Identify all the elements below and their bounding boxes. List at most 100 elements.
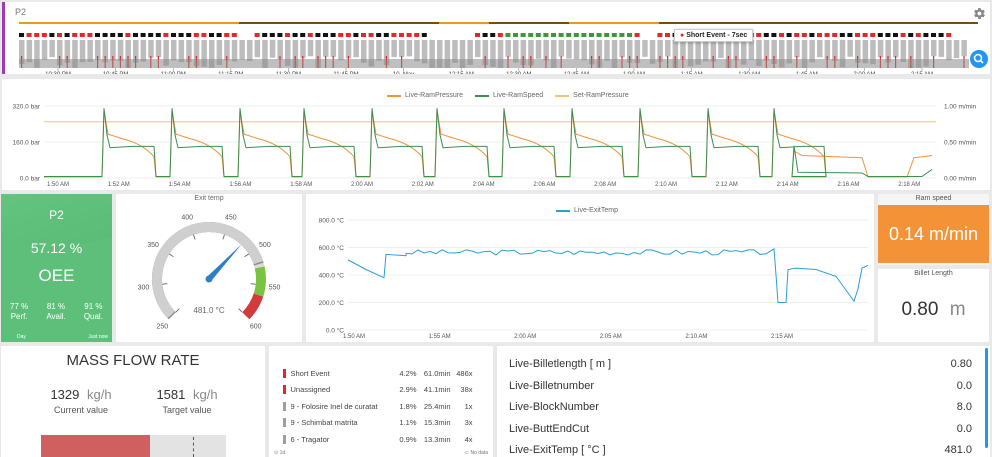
event-marker[interactable] [505,33,511,37]
event-marker[interactable] [140,33,146,37]
event-marker[interactable] [125,33,131,37]
event-marker[interactable] [870,33,876,37]
state-bar[interactable] [376,40,382,61]
state-bar[interactable] [41,40,48,60]
state-bar[interactable] [148,40,154,58]
event-marker[interactable] [307,33,313,37]
event-marker[interactable] [809,33,815,37]
state-bar[interactable] [178,40,185,63]
event-marker[interactable] [855,33,860,37]
value-row[interactable]: Live-BlockNumber 8.0 [509,401,972,423]
state-bar[interactable] [87,40,93,62]
state-bar[interactable] [353,40,359,58]
state-bar[interactable] [391,40,397,58]
state-bar[interactable] [475,40,481,58]
event-row[interactable]: 9 - Folosire Inel de curatat 1.8% 25.4min 1… [283,398,489,415]
event-marker[interactable] [634,33,640,37]
event-marker[interactable] [406,33,412,37]
value-row[interactable]: Live-Billetnumber 0.0 [509,380,972,402]
event-marker[interactable] [938,33,944,37]
event-marker[interactable] [619,33,625,37]
value-row[interactable]: Live-ButtEndCut 0.0 [509,423,972,445]
state-bar[interactable] [938,40,945,57]
event-marker[interactable] [209,33,214,37]
event-marker[interactable] [391,33,397,37]
event-marker[interactable] [535,33,541,37]
state-bar[interactable] [247,40,253,62]
event-marker[interactable] [611,33,617,37]
event-marker[interactable] [581,33,587,37]
state-bar[interactable] [809,40,815,63]
event-marker[interactable] [216,33,222,37]
event-marker[interactable] [338,33,344,37]
event-marker[interactable] [361,33,366,37]
search-icon[interactable] [970,50,988,68]
event-marker[interactable] [330,33,336,37]
event-marker[interactable] [368,33,374,37]
event-marker[interactable] [885,33,891,37]
state-bar[interactable] [171,40,177,61]
event-marker[interactable] [148,33,154,37]
state-bar[interactable] [300,40,306,59]
event-marker[interactable] [95,33,100,37]
state-bar[interactable] [748,40,755,60]
state-bar[interactable] [414,40,420,62]
event-marker[interactable] [133,33,138,37]
event-marker[interactable] [475,33,480,37]
event-marker[interactable] [558,33,564,37]
state-bar[interactable] [307,40,314,57]
ram-speed-tile[interactable]: Ram speed 0.14 m/min [878,194,989,265]
state-bar[interactable] [79,40,86,63]
event-marker[interactable] [399,33,404,37]
timeline-strip[interactable]: 10:30 PM 10:45 PM 11:00 PM 11:15 PM 11:30 PM… [13,8,978,74]
value-row[interactable]: Live-ExitTemp [ °C ] 481.0 [509,444,972,457]
event-marker[interactable] [231,33,237,37]
event-marker[interactable] [566,33,572,37]
event-marker[interactable] [117,33,123,37]
state-bar[interactable] [535,40,542,59]
state-bar[interactable] [406,40,413,57]
event-marker[interactable] [490,33,496,37]
event-marker[interactable] [779,33,784,37]
event-marker[interactable] [573,33,579,37]
event-row[interactable]: Short Event 4.2% 61.0min 486x [283,365,489,382]
event-marker[interactable] [817,33,822,37]
legend-item[interactable]: Live-RamPressure [387,92,463,99]
event-marker[interactable] [847,33,853,37]
event-marker[interactable] [946,33,952,37]
event-marker[interactable] [908,33,914,37]
event-marker[interactable] [72,33,78,37]
event-marker[interactable] [513,33,518,37]
state-bar[interactable] [703,40,709,62]
state-bar[interactable] [619,40,625,58]
state-bar[interactable] [49,40,55,58]
state-bar[interactable] [604,40,610,61]
event-marker[interactable] [893,33,898,37]
event-marker[interactable] [794,33,800,37]
event-marker[interactable] [931,33,936,37]
event-marker[interactable] [79,33,85,37]
state-bar[interactable] [581,40,587,61]
state-bar[interactable] [665,40,671,57]
event-marker[interactable] [300,33,306,37]
event-marker[interactable] [900,33,906,37]
state-bar[interactable] [718,40,724,58]
scrollbar[interactable] [985,348,988,448]
event-row[interactable]: 6 - Tragator 0.9% 13.3min 4x [283,431,489,448]
legend-item[interactable]: Live-ExitTemp [556,207,618,214]
event-marker[interactable] [110,33,116,37]
event-marker[interactable] [915,33,921,37]
state-bar[interactable] [140,40,147,62]
state-bar[interactable] [931,40,937,57]
state-bar[interactable] [26,40,33,63]
event-marker[interactable] [49,33,55,37]
state-bar[interactable] [642,40,648,57]
state-bar[interactable] [330,40,337,57]
state-bar[interactable] [573,40,580,60]
event-marker[interactable] [353,33,359,37]
event-marker[interactable] [482,33,488,37]
event-marker[interactable] [87,33,93,37]
state-bar[interactable] [961,40,967,57]
event-marker[interactable] [543,33,549,37]
event-marker[interactable] [26,33,32,37]
